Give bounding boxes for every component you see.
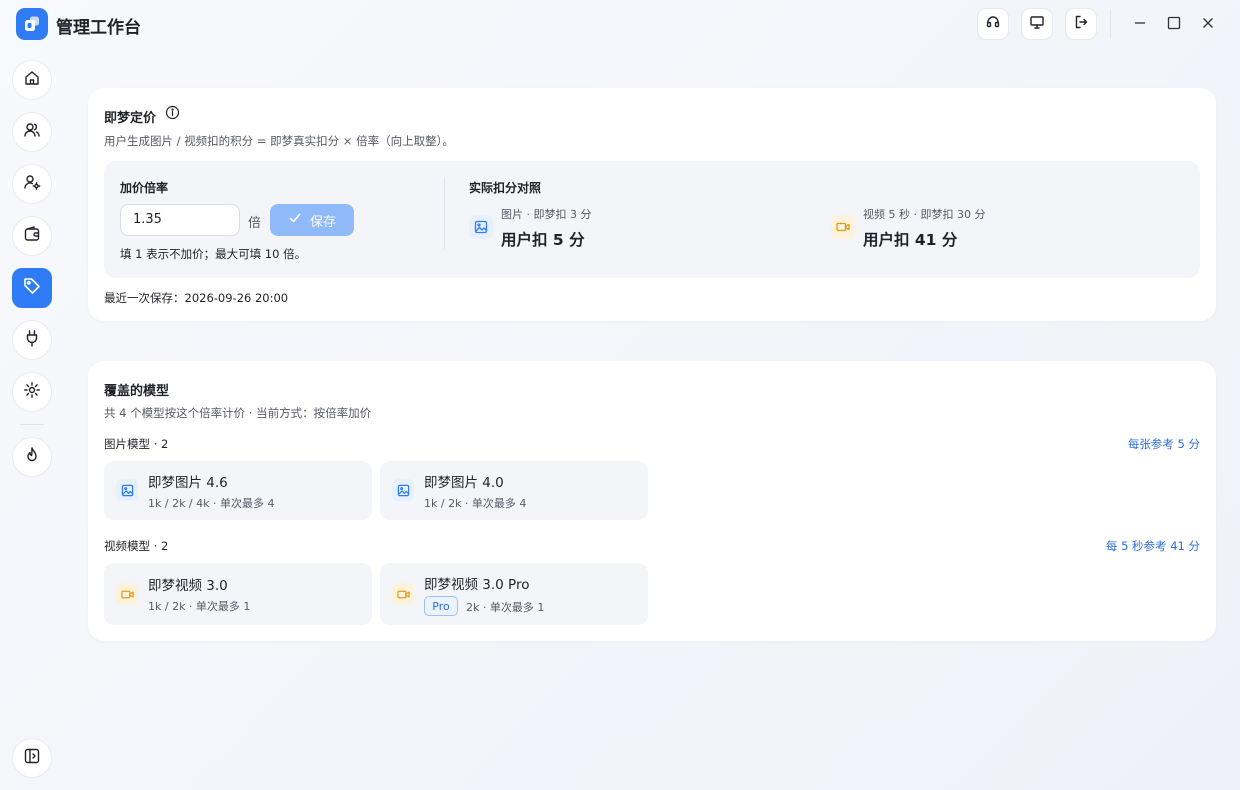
titlebar-divider <box>1110 10 1111 38</box>
check-icon <box>288 211 302 229</box>
rate-unit: 倍 <box>248 216 262 231</box>
minimize-button[interactable] <box>1128 12 1152 36</box>
app-window: 管理工作台 即梦定价 用户生成图片 / 视频扣的积分 = 即梦真实扣分 × 倍率… <box>0 0 1240 790</box>
wallet-icon <box>23 225 41 247</box>
model-name: 即梦视频 3.0 <box>148 578 228 594</box>
plug-icon <box>23 329 41 351</box>
users-icon <box>23 121 41 143</box>
pricing-title: 即梦定价 <box>104 111 157 126</box>
user-gear-icon <box>23 173 41 195</box>
model-meta: 1k / 2k · 单次最多 1 <box>148 600 251 613</box>
sidebar-item-settings[interactable] <box>12 372 52 412</box>
sidebar-divider <box>20 424 44 425</box>
last-saved-text: 最近一次保存：2026-09-26 20:00 <box>104 291 289 305</box>
gear-icon <box>23 381 41 403</box>
image-icon <box>116 479 138 501</box>
image-icon <box>392 479 414 501</box>
sidebar-item-users[interactable] <box>12 112 52 152</box>
app-logo-icon <box>16 8 48 40</box>
rate-input[interactable]: 1.35 <box>120 204 240 236</box>
image-icon <box>469 215 493 239</box>
models-subtitle: 共 4 个模型按这个倍率计价 · 当前方式：按倍率加价 <box>104 406 372 420</box>
image-compare-detail: 图片 · 即梦扣 3 分 <box>501 208 592 221</box>
rate-hint: 填 1 表示不加价；最大可填 10 倍。 <box>120 247 307 261</box>
model-card[interactable]: 即梦图片 4.6 1k / 2k / 4k · 单次最多 4 <box>104 461 372 520</box>
maximize-button[interactable] <box>1162 12 1186 36</box>
display-button[interactable] <box>1021 8 1053 40</box>
models-title: 覆盖的模型 <box>104 384 170 399</box>
monitor-icon <box>1029 14 1045 34</box>
tag-icon <box>22 276 42 300</box>
minimize-icon <box>1133 15 1147 34</box>
video-group-label: 视频模型 · 2 <box>104 539 169 553</box>
logout-icon <box>1073 14 1089 34</box>
model-name: 即梦视频 3.0 Pro <box>424 577 530 593</box>
video-icon <box>831 215 855 239</box>
panel-divider <box>444 177 445 249</box>
image-compare-user-cost: 用户扣 5 分 <box>501 231 585 249</box>
flame-icon <box>23 446 41 468</box>
home-icon <box>23 69 41 91</box>
sidebar-item-wallet[interactable] <box>12 216 52 256</box>
sidebar-expand-icon <box>23 747 41 769</box>
close-button[interactable] <box>1196 12 1220 36</box>
maximize-icon <box>1167 15 1181 34</box>
info-icon[interactable] <box>165 105 180 124</box>
save-button[interactable]: 保存 <box>270 204 354 236</box>
sidebar-item-hot[interactable] <box>12 437 52 477</box>
video-group-ref: 每 5 秒参考 41 分 <box>1105 539 1200 553</box>
sidebar-item-user-settings[interactable] <box>12 164 52 204</box>
model-card[interactable]: 即梦视频 3.0 1k / 2k · 单次最多 1 <box>104 563 372 625</box>
pricing-card: 即梦定价 用户生成图片 / 视频扣的积分 = 即梦真实扣分 × 倍率（向上取整）… <box>88 88 1216 321</box>
video-compare-detail: 视频 5 秒 · 即梦扣 30 分 <box>863 208 986 221</box>
sidebar-item-plugins[interactable] <box>12 320 52 360</box>
sidebar-item-pricing[interactable] <box>12 268 52 308</box>
sidebar-item-home[interactable] <box>12 60 52 100</box>
video-icon <box>392 583 414 605</box>
model-name: 即梦图片 4.6 <box>148 475 228 491</box>
support-button[interactable] <box>977 8 1009 40</box>
model-name: 即梦图片 4.0 <box>424 475 504 491</box>
video-compare-user-cost: 用户扣 41 分 <box>863 231 958 249</box>
video-icon <box>116 583 138 605</box>
title-bar: 管理工作台 <box>0 0 1240 48</box>
close-icon <box>1201 15 1215 34</box>
pricing-subtitle: 用户生成图片 / 视频扣的积分 = 即梦真实扣分 × 倍率（向上取整）。 <box>104 134 454 148</box>
compare-title: 实际扣分对照 <box>469 181 542 195</box>
model-meta: 1k / 2k / 4k · 单次最多 4 <box>148 497 275 510</box>
image-group-label: 图片模型 · 2 <box>104 437 169 451</box>
sidebar-toggle-button[interactable] <box>12 738 52 778</box>
model-card[interactable]: 即梦图片 4.0 1k / 2k · 单次最多 4 <box>380 461 648 520</box>
rate-panel: 加价倍率 1.35 倍 保存 填 1 表示不加价；最大可填 10 倍。 实际扣分… <box>104 161 1200 278</box>
image-group-ref: 每张参考 5 分 <box>1127 437 1200 451</box>
headset-icon <box>985 14 1001 34</box>
models-card: 覆盖的模型 共 4 个模型按这个倍率计价 · 当前方式：按倍率加价 图片模型 ·… <box>88 361 1216 641</box>
model-card[interactable]: 即梦视频 3.0 Pro Pro 2k · 单次最多 1 <box>380 563 648 625</box>
model-meta: 1k / 2k · 单次最多 4 <box>424 497 527 510</box>
rate-label: 加价倍率 <box>120 181 169 195</box>
app-title: 管理工作台 <box>56 18 141 38</box>
pro-badge: Pro <box>424 596 458 616</box>
logout-button[interactable] <box>1065 8 1097 40</box>
save-label: 保存 <box>309 214 336 230</box>
model-meta: 2k · 单次最多 1 <box>466 601 545 614</box>
